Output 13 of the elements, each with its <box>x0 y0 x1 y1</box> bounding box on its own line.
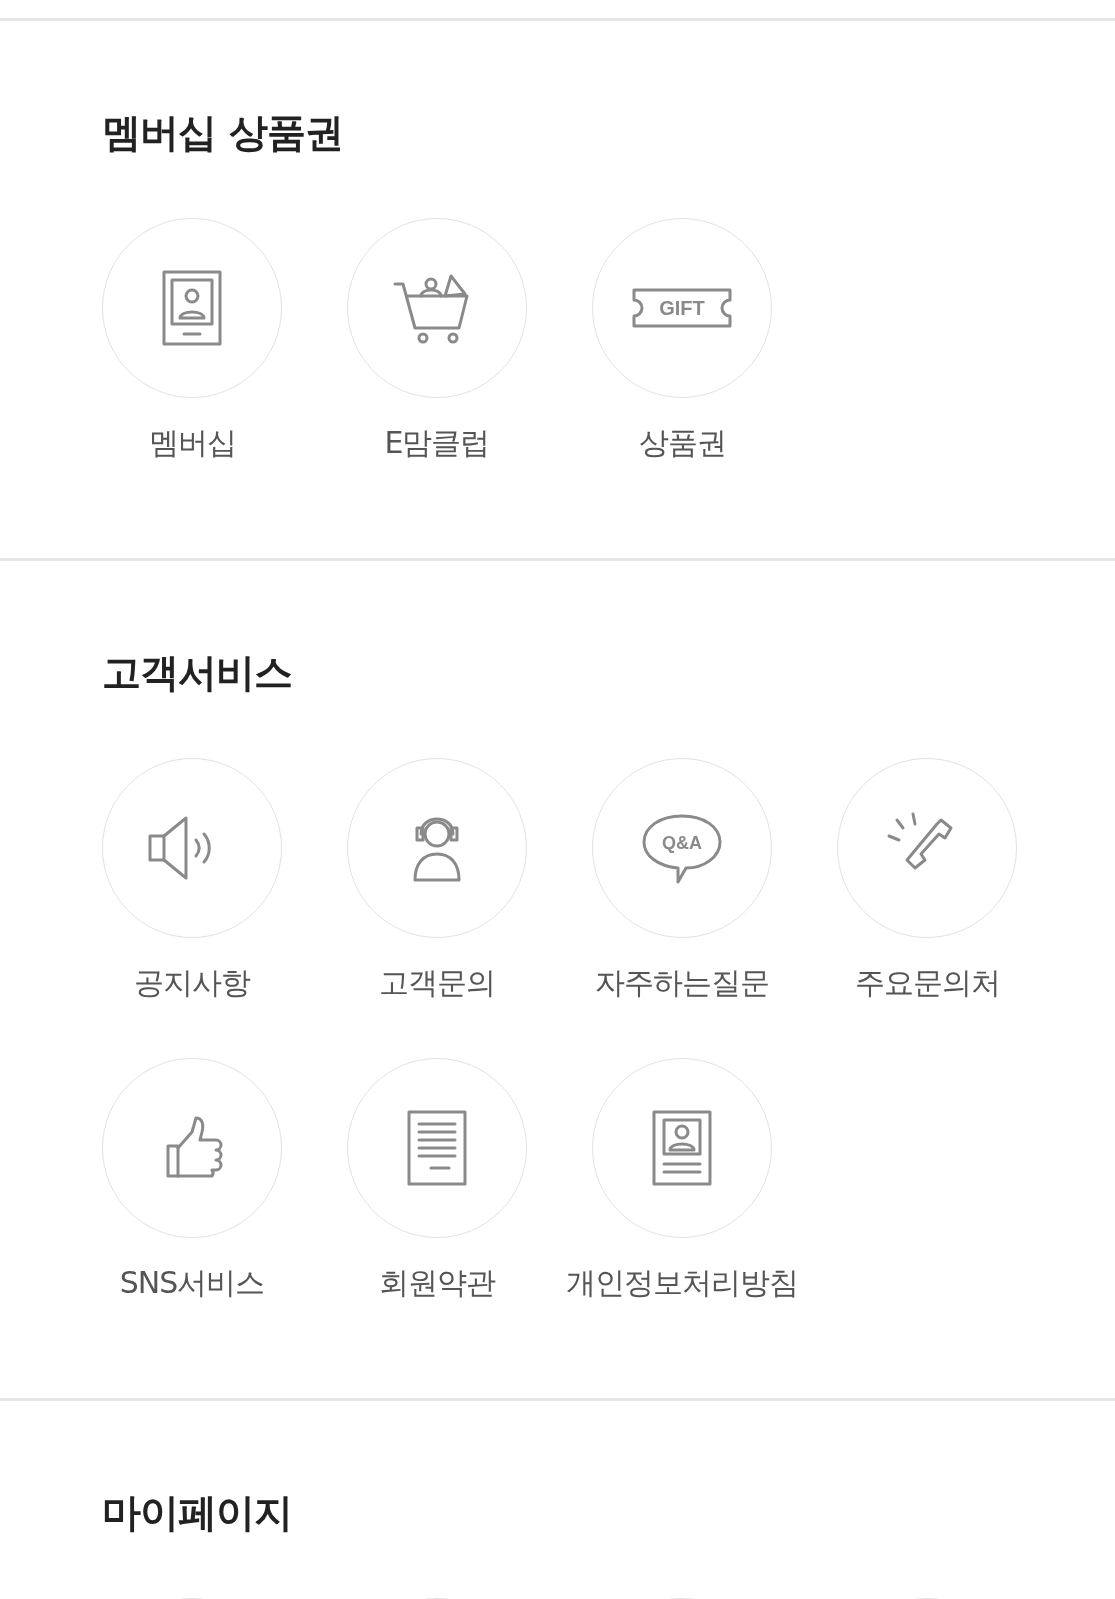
menu-label[interactable]: 공지사항 <box>134 963 250 1004</box>
section-title: 마이페이지 <box>102 1493 293 1532</box>
menu-label[interactable]: 개인정보처리방침 <box>566 1263 798 1304</box>
menu-label[interactable]: 상품권 <box>638 423 726 464</box>
section-title: 멤버십 상품권 <box>102 113 344 152</box>
menu-label[interactable]: 고객문의 <box>379 963 495 1004</box>
menu-label[interactable]: 회원약관 <box>379 1263 495 1304</box>
menu-label[interactable]: 자주하는질문 <box>595 963 769 1004</box>
menu-label[interactable]: 멤버십 <box>148 423 236 464</box>
menu-label[interactable]: 주요문의처 <box>854 963 1000 1004</box>
section-title: 고객서비스 <box>102 653 293 692</box>
menu-label[interactable]: SNS서비스 <box>119 1263 265 1304</box>
menu-label[interactable]: E맘클럽 <box>384 423 490 464</box>
